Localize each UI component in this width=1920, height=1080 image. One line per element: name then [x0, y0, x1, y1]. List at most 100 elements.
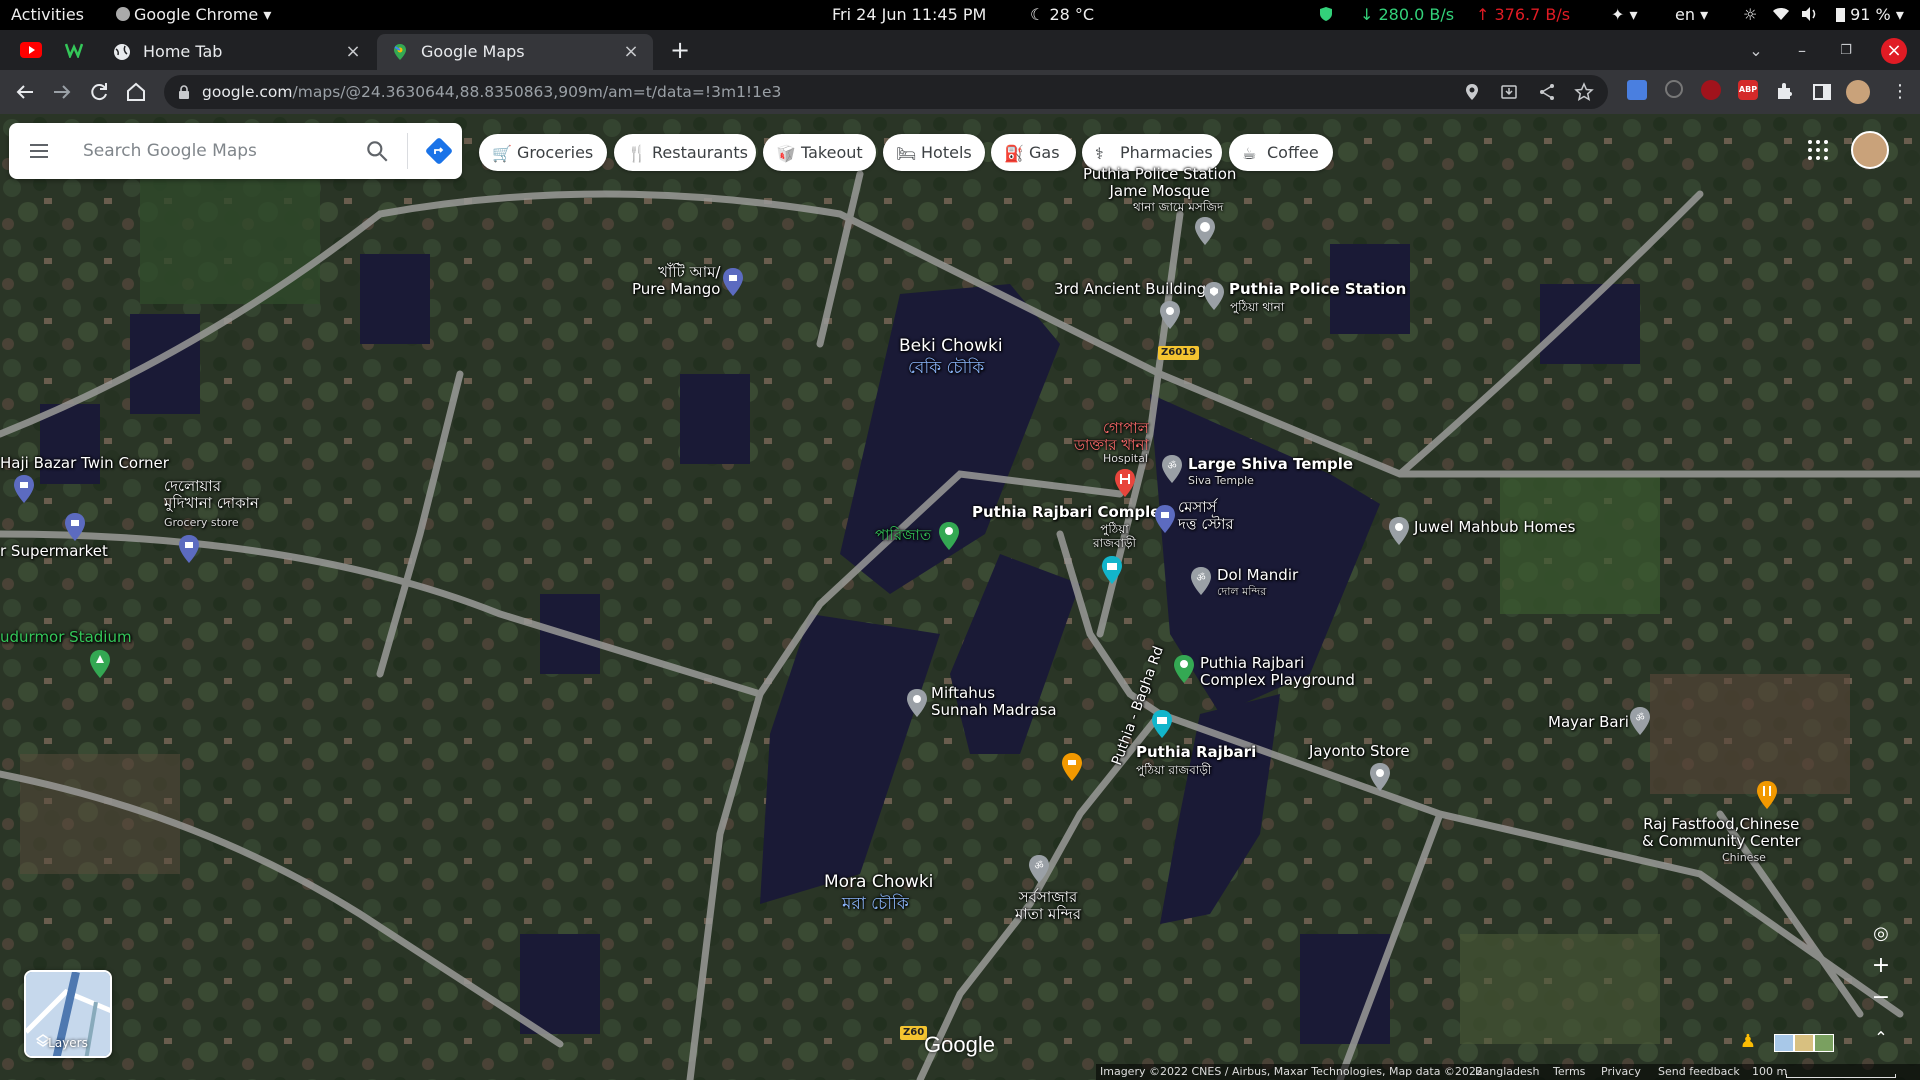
shopping-pin-icon[interactable] [64, 512, 86, 542]
temple-pin-icon[interactable]: ॐ [1629, 706, 1651, 736]
place-dol-mandir[interactable]: Dol Mandir [1217, 567, 1298, 584]
side-panel-icon[interactable] [1810, 80, 1834, 104]
park-pin-icon[interactable] [938, 521, 960, 551]
place-dulowar-store[interactable]: দেলোয়ার মুদিখানা দোকান [164, 478, 259, 512]
place-rajbari-complex[interactable]: Puthia Rajbari Complex [972, 504, 1170, 521]
place-pin-icon[interactable] [1159, 300, 1181, 330]
chip-restaurants[interactable]: 🍴 Restaurants [614, 134, 756, 171]
minimize-button[interactable]: – [1788, 38, 1816, 64]
profile-avatar[interactable] [1846, 80, 1870, 104]
pinned-tab-youtube[interactable] [20, 38, 46, 62]
apps-grid-icon[interactable] [1806, 138, 1830, 162]
chip-hotels[interactable]: 🛏 Hotels [883, 134, 985, 171]
place-pin-icon[interactable] [1369, 762, 1391, 792]
temple-pin-icon[interactable]: ॐ [1190, 566, 1212, 596]
temple-pin-icon[interactable]: ॐ [1161, 454, 1183, 484]
zoom-in-button[interactable]: + [1867, 952, 1895, 980]
place-messrs-store[interactable]: মেসার্স দত্ত স্টোর [1178, 499, 1234, 533]
place-large-shiva-temple[interactable]: Large Shiva Temple [1188, 456, 1353, 473]
place-jayonto-store[interactable]: Jayonto Store [1309, 743, 1410, 760]
food-pin-icon[interactable] [1061, 752, 1083, 782]
tab-search-icon[interactable]: ⌄ [1742, 38, 1770, 64]
layers-button[interactable]: Layers [24, 970, 112, 1058]
search-input[interactable]: Search Google Maps [83, 123, 257, 179]
place-ancient-building[interactable]: 3rd Ancient Building [1054, 281, 1206, 298]
record-extension-icon[interactable] [1701, 80, 1721, 100]
satellite-map[interactable]: Search Google Maps 🛒 Groceries 🍴 Restauran… [0, 114, 1920, 1080]
place-sarbasajar-mandir[interactable]: সর্বসাজার মাতা মন্দির [1015, 889, 1081, 923]
install-icon[interactable] [1500, 83, 1518, 101]
place-pure-mango[interactable]: খাঁটি আম/ Pure Mango [632, 264, 720, 298]
send-feedback-link[interactable]: Send feedback [1658, 1064, 1740, 1080]
battery-indicator[interactable]: 91 % ▾ [1836, 0, 1904, 30]
shopping-pin-icon[interactable] [13, 474, 35, 504]
activities-button[interactable]: Activities [11, 0, 84, 30]
place-pin-icon[interactable] [906, 688, 928, 718]
park-pin-icon[interactable] [1173, 654, 1195, 684]
satellite-thumbnail[interactable] [1814, 1034, 1834, 1052]
hamburger-menu-icon[interactable] [27, 139, 51, 163]
address-bar[interactable]: google.com/maps/@24.3630644,88.8350863,9… [164, 75, 1608, 109]
pinned-tab-w[interactable] [65, 38, 91, 62]
place-haji-bazar[interactable]: Haji Bazar Twin Corner [0, 455, 169, 472]
imagery-thumbnails[interactable] [1774, 1034, 1834, 1052]
extension-icon[interactable] [1665, 80, 1683, 98]
adblock-icon[interactable]: ABP [1738, 80, 1758, 100]
place-miftahus-madrasa[interactable]: Miftahus Sunnah Madrasa [931, 685, 1057, 719]
landmark-pin-icon[interactable] [1151, 709, 1173, 739]
zoom-out-button[interactable]: − [1867, 984, 1895, 1012]
star-icon[interactable] [1574, 82, 1594, 102]
account-avatar[interactable] [1851, 131, 1889, 169]
app-menu[interactable]: Google Chrome ▾ [116, 0, 271, 30]
place-parijat[interactable]: পারিজাত [875, 527, 931, 544]
place-police-station[interactable]: Puthia Police Station [1229, 281, 1406, 298]
volume-icon[interactable] [1800, 0, 1818, 30]
chip-coffee[interactable]: ☕ Coffee [1229, 134, 1333, 171]
chip-gas[interactable]: ⛽ Gas [991, 134, 1076, 171]
new-tab-button[interactable]: + [665, 34, 695, 70]
chevron-up-icon[interactable]: ⌃ [1867, 1024, 1895, 1052]
area-beki-chowki[interactable]: Beki Chowki [899, 336, 1003, 357]
puzzle-icon[interactable] [1773, 80, 1797, 104]
chip-takeout[interactable]: 🥡 Takeout [763, 134, 876, 171]
food-pin-icon[interactable] [1756, 780, 1778, 810]
wifi-icon[interactable] [1772, 0, 1790, 30]
place-jame-mosque[interactable]: Puthia Police Station Jame Mosque [1083, 166, 1236, 200]
place-puthia-rajbari[interactable]: Puthia Rajbari [1136, 744, 1256, 761]
kebab-menu-icon[interactable]: ⋮ [1888, 80, 1912, 104]
home-icon[interactable] [124, 80, 148, 104]
country-label[interactable]: Bangladesh [1475, 1064, 1540, 1080]
reload-icon[interactable] [87, 80, 111, 104]
place-juwel-mahbub-homes[interactable]: Juwel Mahbub Homes [1414, 519, 1575, 536]
close-window-button[interactable]: × [1881, 38, 1907, 64]
translate-extension-icon[interactable] [1627, 80, 1647, 100]
location-icon[interactable] [1464, 83, 1480, 101]
back-icon[interactable] [13, 80, 37, 104]
clock[interactable]: Fri 24 Jun 11:45 PM [832, 0, 986, 30]
scale-label[interactable]: 100 m [1752, 1064, 1787, 1080]
lock-icon[interactable] [178, 85, 190, 99]
search-icon[interactable] [364, 138, 390, 164]
weather-indicator[interactable]: ☾ 28 °C [1030, 0, 1094, 30]
temple-pin-icon[interactable]: ॐ [1028, 854, 1050, 884]
place-pin-icon[interactable] [1388, 516, 1410, 546]
tab-home[interactable]: Home Tab × [99, 34, 375, 70]
hospital-pin-icon[interactable] [1114, 468, 1136, 498]
privacy-link[interactable]: Privacy [1601, 1064, 1641, 1080]
place-supermarket[interactable]: r Supermarket [0, 543, 108, 560]
close-icon[interactable]: × [341, 40, 365, 64]
shopping-pin-icon[interactable] [178, 534, 200, 564]
terrain-thumbnail[interactable] [1794, 1034, 1814, 1052]
url-text[interactable]: google.com/maps/@24.3630644,88.8350863,9… [202, 75, 781, 109]
language-indicator[interactable]: en ▾ [1675, 0, 1708, 30]
police-pin-icon[interactable] [1203, 281, 1225, 311]
accessibility-icon[interactable]: ✦ ▾ [1611, 0, 1638, 30]
place-rajbari-playground[interactable]: Puthia Rajbari Complex Playground [1200, 655, 1355, 689]
share-icon[interactable] [1538, 83, 1556, 101]
search-box[interactable]: Search Google Maps [9, 123, 462, 179]
shopping-pin-icon[interactable] [1154, 504, 1176, 534]
place-hospital-bn[interactable]: গোপাল ডাক্তার খানা [1074, 420, 1149, 454]
map-type-thumbnail[interactable] [1774, 1034, 1794, 1052]
terms-link[interactable]: Terms [1553, 1064, 1585, 1080]
shield-icon[interactable] [1318, 0, 1334, 30]
